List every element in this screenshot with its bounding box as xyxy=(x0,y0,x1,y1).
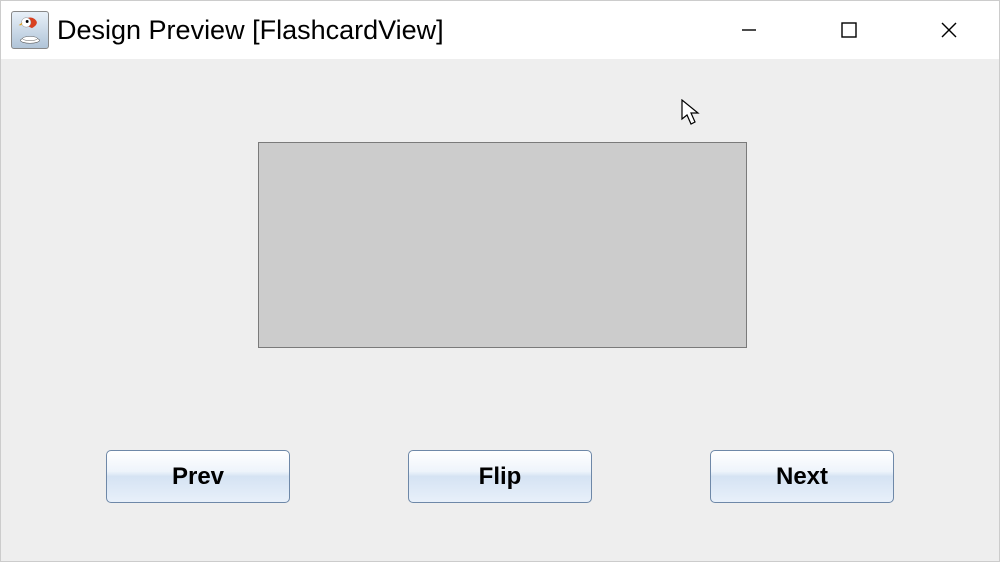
prev-button[interactable]: Prev xyxy=(106,450,290,503)
button-row: Prev Flip Next xyxy=(1,450,999,503)
window-controls xyxy=(699,1,999,59)
titlebar: Design Preview [FlashcardView] xyxy=(1,1,999,59)
next-button[interactable]: Next xyxy=(710,450,894,503)
maximize-button[interactable] xyxy=(799,5,899,55)
client-area: Prev Flip Next xyxy=(1,59,999,561)
flashcard-panel xyxy=(258,142,747,348)
window-title: Design Preview [FlashcardView] xyxy=(57,15,699,46)
java-app-icon xyxy=(11,11,49,49)
mouse-cursor-icon xyxy=(681,99,703,127)
minimize-button[interactable] xyxy=(699,5,799,55)
close-button[interactable] xyxy=(899,5,999,55)
flip-button[interactable]: Flip xyxy=(408,450,592,503)
